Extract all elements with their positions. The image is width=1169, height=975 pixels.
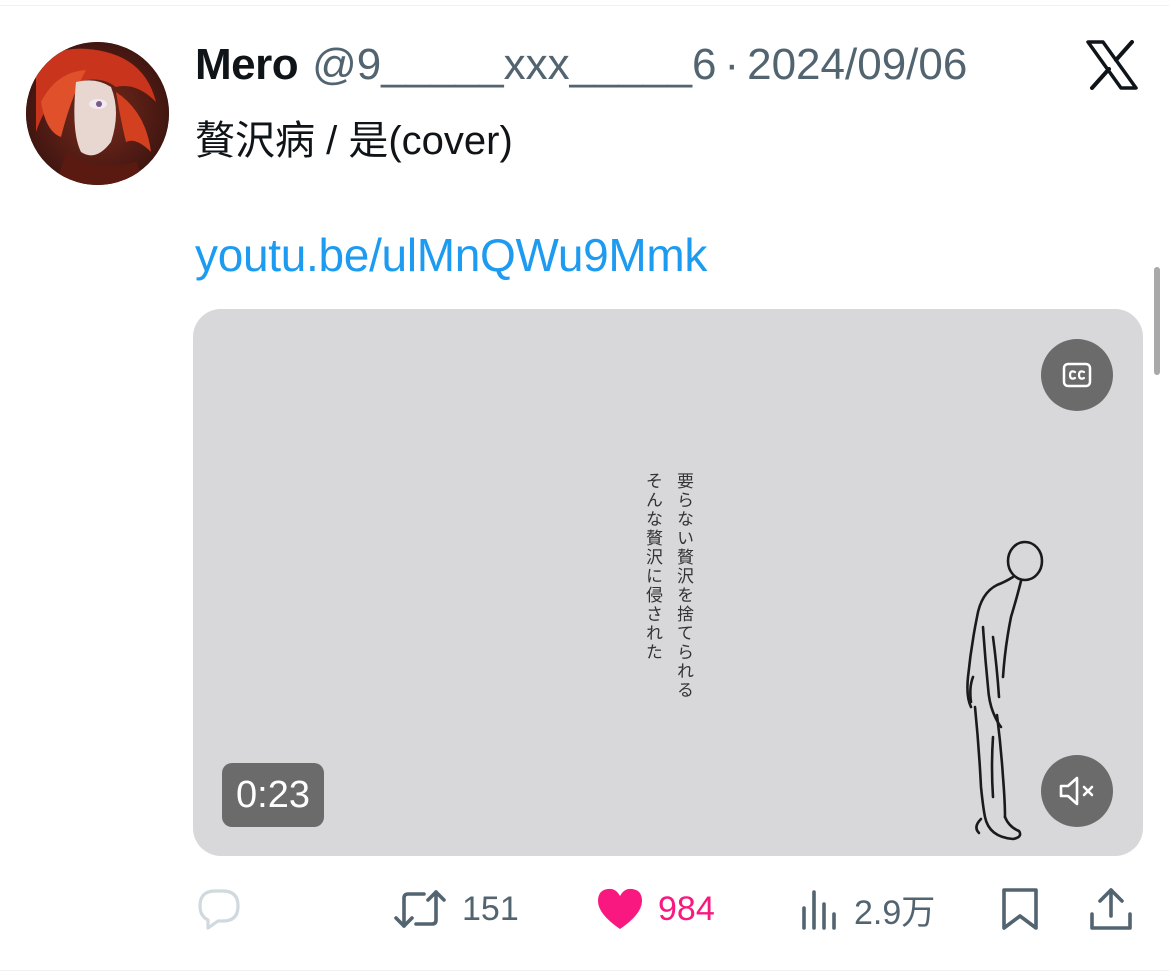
- reply-button[interactable]: [196, 885, 242, 933]
- tweet-date[interactable]: 2024/09/06: [747, 40, 967, 90]
- lyrics-overlay: 要らない贅沢を捨てられる そんな贅沢に侵された: [640, 472, 696, 732]
- views-button[interactable]: 2.9万: [800, 885, 935, 933]
- retweet-button[interactable]: 151: [392, 885, 519, 933]
- tweet-header: Mero @9_____xxx_____6 · 2024/09/06: [195, 40, 967, 92]
- scrollbar-thumb[interactable]: [1154, 267, 1160, 375]
- avatar-image: [26, 42, 169, 185]
- separator-dot: ·: [724, 40, 740, 89]
- share-button[interactable]: [1088, 885, 1134, 933]
- lyric-line: 要らない贅沢を捨てられる: [673, 472, 693, 700]
- share-icon: [1090, 888, 1132, 930]
- reply-icon: [198, 889, 240, 930]
- bookmark-button[interactable]: [1000, 885, 1040, 933]
- author-handle[interactable]: @9_____xxx_____6: [312, 40, 716, 90]
- lyric-line: そんな贅沢に侵された: [642, 472, 662, 662]
- retweet-count: 151: [462, 889, 519, 928]
- heart-icon: [598, 888, 642, 929]
- mute-button[interactable]: [1041, 755, 1113, 827]
- avatar[interactable]: [26, 42, 169, 185]
- bottom-divider: [0, 970, 1169, 971]
- cc-icon: [1062, 362, 1092, 388]
- video-player[interactable]: 要らない贅沢を捨てられる そんな贅沢に侵された 0:23: [193, 309, 1143, 856]
- tweet-text: 贅沢病 / 是(cover): [195, 119, 513, 163]
- like-count: 984: [658, 889, 715, 928]
- x-logo-icon[interactable]: [1086, 40, 1138, 90]
- muted-speaker-icon: [1059, 776, 1094, 806]
- views-count: 2.9万: [854, 893, 936, 932]
- retweet-icon: [394, 890, 446, 928]
- like-button[interactable]: 984: [596, 885, 715, 933]
- bookmark-icon: [1002, 888, 1038, 930]
- top-divider: [0, 5, 1169, 6]
- video-timestamp: 0:23: [222, 763, 324, 827]
- youtube-link[interactable]: youtu.be/ulMnQWu9Mmk: [195, 228, 707, 282]
- author-name[interactable]: Mero: [195, 40, 299, 90]
- captions-button[interactable]: [1041, 339, 1113, 411]
- views-icon: [802, 890, 836, 930]
